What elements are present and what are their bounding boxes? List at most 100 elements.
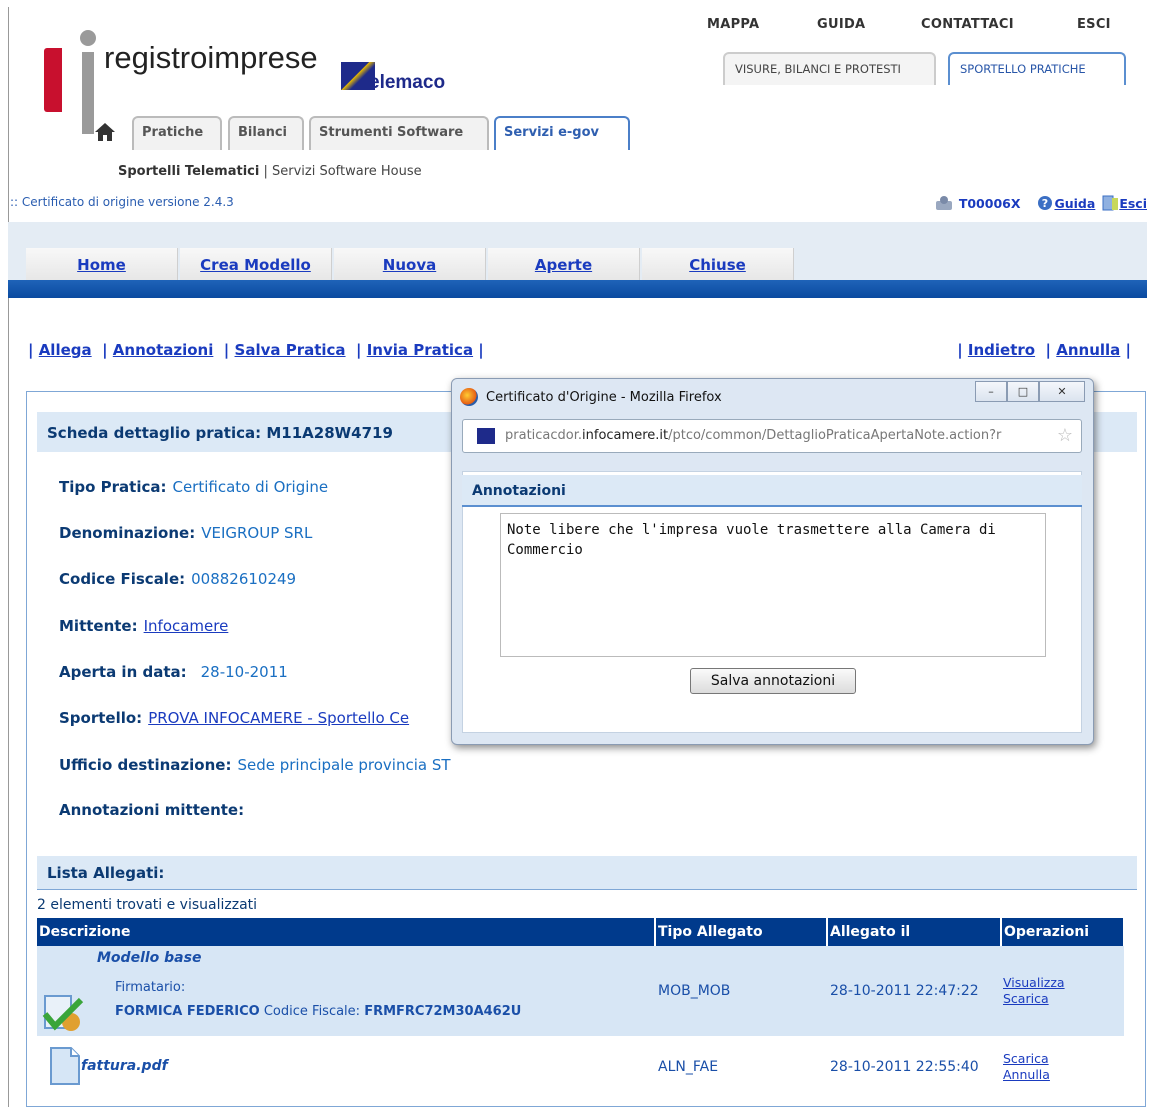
menu-chiuse[interactable]: Chiuse — [642, 248, 794, 282]
row-type: MOB_MOB — [655, 946, 827, 1036]
firefox-icon — [460, 388, 478, 406]
action-bar-right: | Indietro | Annulla | — [957, 341, 1131, 359]
field-denominazione: Denominazione: VEIGROUP SRL — [59, 524, 312, 542]
tab-servizi-egov[interactable]: Servizi e-gov — [494, 116, 630, 150]
menu-nuova-link[interactable]: Nuova — [383, 256, 436, 274]
field-tipo-pratica: Tipo Pratica: Certificato di Origine — [59, 478, 328, 496]
exit-link[interactable]: Esci — [1119, 196, 1147, 211]
home-icon[interactable] — [94, 122, 116, 142]
col-operazioni[interactable]: Operazioni — [1001, 918, 1125, 946]
menu-nuova[interactable]: Nuova — [334, 248, 486, 282]
op-scarica[interactable]: Scarica — [1003, 991, 1124, 1007]
field-label: Ufficio destinazione: — [59, 756, 232, 774]
op-scarica[interactable]: Scarica — [1003, 1051, 1124, 1067]
menu-crea-modello-link[interactable]: Crea Modello — [200, 256, 311, 274]
field-value: VEIGROUP SRL — [201, 524, 313, 542]
attachment-name[interactable]: fattura.pdf — [81, 1058, 168, 1074]
window-controls: – □ ✕ — [975, 381, 1085, 402]
menu-home-link[interactable]: Home — [77, 256, 126, 274]
user-bar: T00006X ? Guida Esci — [935, 195, 1147, 211]
maximize-icon[interactable]: □ — [1007, 381, 1039, 402]
url-domain: infocamere.it — [582, 428, 669, 443]
help-icon[interactable]: ? — [1036, 195, 1054, 211]
help-link[interactable]: Guida — [1054, 196, 1095, 211]
row-description: fattura.pdf — [37, 1036, 655, 1098]
tab-strumenti-software[interactable]: Strumenti Software — [309, 116, 489, 150]
op-annulla[interactable]: Annulla — [1003, 1067, 1124, 1083]
field-ufficio-destinazione: Ufficio destinazione: Sede principale pro… — [59, 756, 451, 774]
attachments-count: 2 elementi trovati e visualizzati — [37, 897, 258, 913]
row-ops: Scarica Annulla — [1001, 1036, 1124, 1098]
signer-name: FORMICA FEDERICO — [115, 1004, 260, 1019]
telemaco-text: elemaco — [369, 72, 446, 93]
field-annotazioni-mittente: Annotazioni mittente: — [59, 801, 244, 819]
minimize-icon[interactable]: – — [975, 381, 1007, 402]
field-label: Aperta in data: — [59, 663, 187, 681]
field-label: Denominazione: — [59, 524, 196, 542]
field-label: Mittente: — [59, 617, 138, 635]
tab-pratiche[interactable]: Pratiche — [132, 116, 222, 150]
row-ops: Visualizza Scarica — [1001, 946, 1124, 1036]
user-id: T00006X — [958, 195, 1021, 211]
site-icon — [477, 428, 495, 444]
field-sportello: Sportello: PROVA INFOCAMERE - Sportello C… — [59, 709, 409, 727]
field-value: Certificato di Origine — [172, 478, 329, 496]
url-bar[interactable]: praticacdor.infocamere.it/ptco/common/De… — [462, 419, 1082, 453]
action-indietro[interactable]: Indietro — [968, 341, 1035, 359]
action-invia-pratica[interactable]: Invia Pratica — [367, 341, 473, 359]
field-mittente: Mittente: Infocamere — [59, 617, 228, 635]
link-mappa[interactable]: MAPPA — [707, 17, 759, 32]
svg-text:?: ? — [1042, 197, 1048, 210]
url-text: praticacdor.infocamere.it/ptco/common/De… — [505, 428, 1045, 443]
subnav-sportelli-telematici[interactable]: Sportelli Telematici — [118, 164, 259, 179]
action-annotazioni[interactable]: Annotazioni — [113, 341, 214, 359]
col-allegato-il[interactable]: Allegato il — [827, 918, 1002, 946]
popup-window[interactable]: Certificato d'Origine - Mozilla Firefox … — [451, 378, 1094, 745]
link-guida[interactable]: GUIDA — [817, 17, 865, 32]
subnav-servizi-software-house[interactable]: Servizi Software House — [272, 164, 422, 179]
menu-aperte[interactable]: Aperte — [488, 248, 640, 282]
tab-visure-bilanci-protesti[interactable]: VISURE, BILANCI E PROTESTI — [723, 52, 936, 85]
attachments-table: Descrizione Tipo Allegato Allegato il Op… — [37, 918, 1125, 1098]
row-type: ALN_FAE — [655, 1036, 827, 1098]
field-value-link[interactable]: PROVA INFOCAMERE - Sportello Ce — [148, 709, 409, 727]
menu-aperte-link[interactable]: Aperte — [535, 256, 592, 274]
col-descrizione[interactable]: Descrizione — [37, 918, 656, 946]
cf-label: Codice Fiscale: — [263, 1004, 361, 1019]
menu-crea-modello[interactable]: Crea Modello — [180, 248, 332, 282]
exit-icon[interactable] — [1101, 195, 1119, 211]
menu-band-blue — [8, 280, 1147, 298]
op-visualizza[interactable]: Visualizza — [1003, 975, 1124, 991]
field-label: Annotazioni mittente: — [59, 801, 245, 819]
annotazioni-heading: Annotazioni — [462, 475, 1082, 507]
bookmark-star-icon[interactable]: ☆ — [1057, 425, 1073, 446]
close-icon[interactable]: ✕ — [1039, 381, 1085, 402]
annotazioni-textarea[interactable]: Note libere che l'impresa vuole trasmett… — [500, 513, 1046, 657]
url-path: /ptco/common/DettaglioPraticaApertaNote.… — [668, 428, 1002, 443]
tab-sportello-pratiche[interactable]: SPORTELLO PRATICHE — [948, 52, 1126, 85]
version-label: :: Certificato di origine versione 2.4.3 — [10, 195, 234, 209]
col-tipo-allegato[interactable]: Tipo Allegato — [655, 918, 828, 946]
link-esci[interactable]: ESCI — [1077, 17, 1111, 32]
action-allega[interactable]: Allega — [39, 341, 92, 359]
field-codice-fiscale: Codice Fiscale: 00882610249 — [59, 570, 296, 588]
field-label: Tipo Pratica: — [59, 478, 167, 496]
signer-info: FORMICA FEDERICO Codice Fiscale: FRMFRC7… — [115, 1004, 521, 1019]
row-date: 28-10-2011 22:47:22 — [827, 946, 1001, 1036]
menu-chiuse-link[interactable]: Chiuse — [689, 256, 746, 274]
url-prefix: praticacdor. — [505, 428, 583, 443]
logo-text: registroimprese — [104, 40, 318, 75]
tab-bilanci[interactable]: Bilanci — [228, 116, 304, 150]
attachment-name[interactable]: Modello base — [97, 950, 201, 966]
field-value-link[interactable]: Infocamere — [144, 617, 229, 635]
menu-home[interactable]: Home — [26, 248, 178, 282]
action-annulla[interactable]: Annulla — [1056, 341, 1120, 359]
field-label: Codice Fiscale: — [59, 570, 186, 588]
subnav: Sportelli Telematici | Servizi Software … — [118, 164, 422, 179]
link-contattaci[interactable]: CONTATTACI — [921, 17, 1014, 32]
save-annotations-button[interactable]: Salva annotazioni — [690, 668, 856, 694]
table-row: Modello base Firmatario: FORMICA FEDERIC… — [37, 946, 1124, 1036]
action-salva-pratica[interactable]: Salva Pratica — [235, 341, 346, 359]
cf-value: FRMFRC72M30A462U — [364, 1004, 522, 1019]
action-bar-left: | Allega | Annotazioni | Salva Pratica |… — [28, 341, 484, 359]
